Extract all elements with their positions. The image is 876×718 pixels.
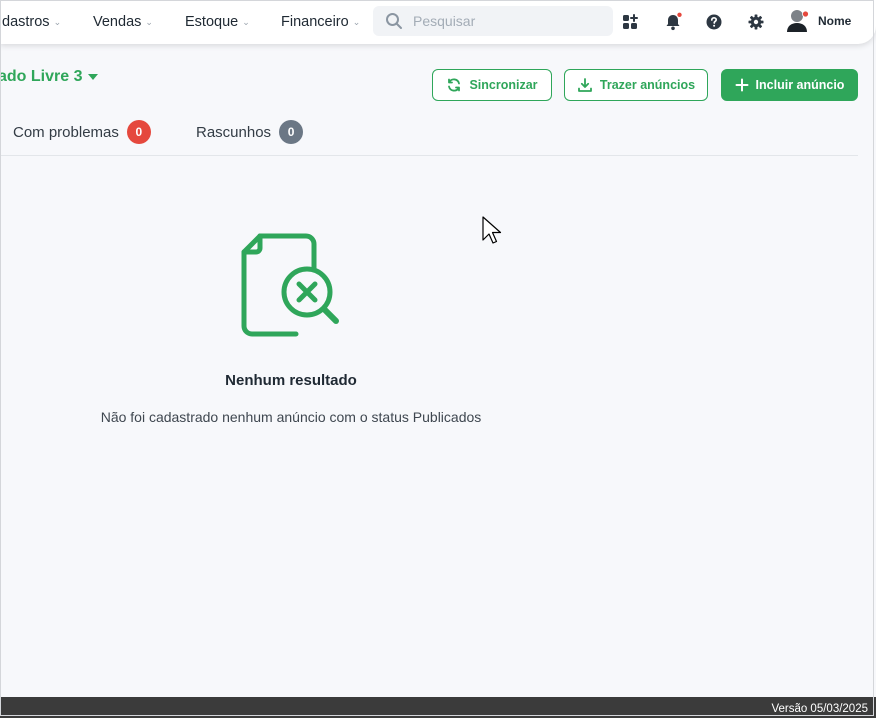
empty-state-message: Não foi cadastrado nenhum anúncio com o … <box>100 409 482 425</box>
caret-down-icon <box>88 74 99 80</box>
user-name: Nome <box>818 14 852 28</box>
settings-icon[interactable] <box>746 12 766 32</box>
import-button-label: Trazer anúncios <box>599 78 696 92</box>
add-listing-button[interactable]: Incluir anúncio <box>721 69 858 101</box>
footer-bar: Versão 05/03/2025 <box>0 697 876 718</box>
count-badge: 0 <box>279 120 304 144</box>
sync-icon <box>448 78 461 92</box>
version-label: Versão 05/03/2025 <box>771 703 868 715</box>
user-menu[interactable]: Nome <box>786 8 851 34</box>
tabs-divider <box>0 155 858 156</box>
nav-item-label: dastros <box>2 14 50 30</box>
window-border <box>0 0 874 716</box>
sync-button[interactable]: Sincronizar <box>432 69 552 101</box>
channel-selector[interactable]: ado Livre 3 <box>0 68 99 86</box>
top-navigation-bar: dastros ⌄ Vendas ⌄ Estoque ⌄ Financeiro … <box>0 0 876 44</box>
nav-item-label: Financeiro <box>281 14 349 30</box>
mouse-pointer-icon <box>482 216 502 244</box>
chevron-down-icon: ⌄ <box>352 16 361 27</box>
sync-button-label: Sincronizar <box>469 78 538 92</box>
tab-label: Com problemas <box>13 123 119 141</box>
download-icon <box>578 78 592 92</box>
tab-rascunhos[interactable]: Rascunhos 0 <box>196 120 304 144</box>
search-box[interactable] <box>373 6 613 36</box>
chevron-down-icon: ⌄ <box>53 16 62 27</box>
plus-icon <box>735 78 749 92</box>
document-search-x-icon <box>241 233 339 337</box>
count-badge: 0 <box>126 120 151 144</box>
nav-item-cadastros[interactable]: dastros ⌄ <box>2 13 61 31</box>
chevron-down-icon: ⌄ <box>242 16 250 27</box>
search-icon <box>386 13 402 29</box>
import-listings-button[interactable]: Trazer anúncios <box>564 69 708 101</box>
add-button-label: Incluir anúncio <box>755 78 845 92</box>
empty-state-title: Nenhum resultado <box>225 372 357 389</box>
chevron-down-icon: ⌄ <box>145 16 153 27</box>
nav-item-label: Vendas <box>93 14 142 30</box>
channel-title: ado Livre 3 <box>0 68 83 85</box>
tab-label: Rascunhos <box>196 123 272 141</box>
search-input[interactable] <box>411 12 595 30</box>
notification-bell-icon[interactable] <box>663 12 683 32</box>
help-icon[interactable] <box>704 12 724 32</box>
nav-item-estoque[interactable]: Estoque ⌄ <box>185 13 250 31</box>
avatar <box>787 10 809 32</box>
tab-com-problemas[interactable]: Com problemas 0 <box>13 120 151 144</box>
nav-item-vendas[interactable]: Vendas ⌄ <box>93 13 153 31</box>
nav-item-label: Estoque <box>185 14 239 30</box>
apps-icon[interactable] <box>620 12 640 32</box>
nav-item-financeiro[interactable]: Financeiro ⌄ <box>281 13 360 31</box>
